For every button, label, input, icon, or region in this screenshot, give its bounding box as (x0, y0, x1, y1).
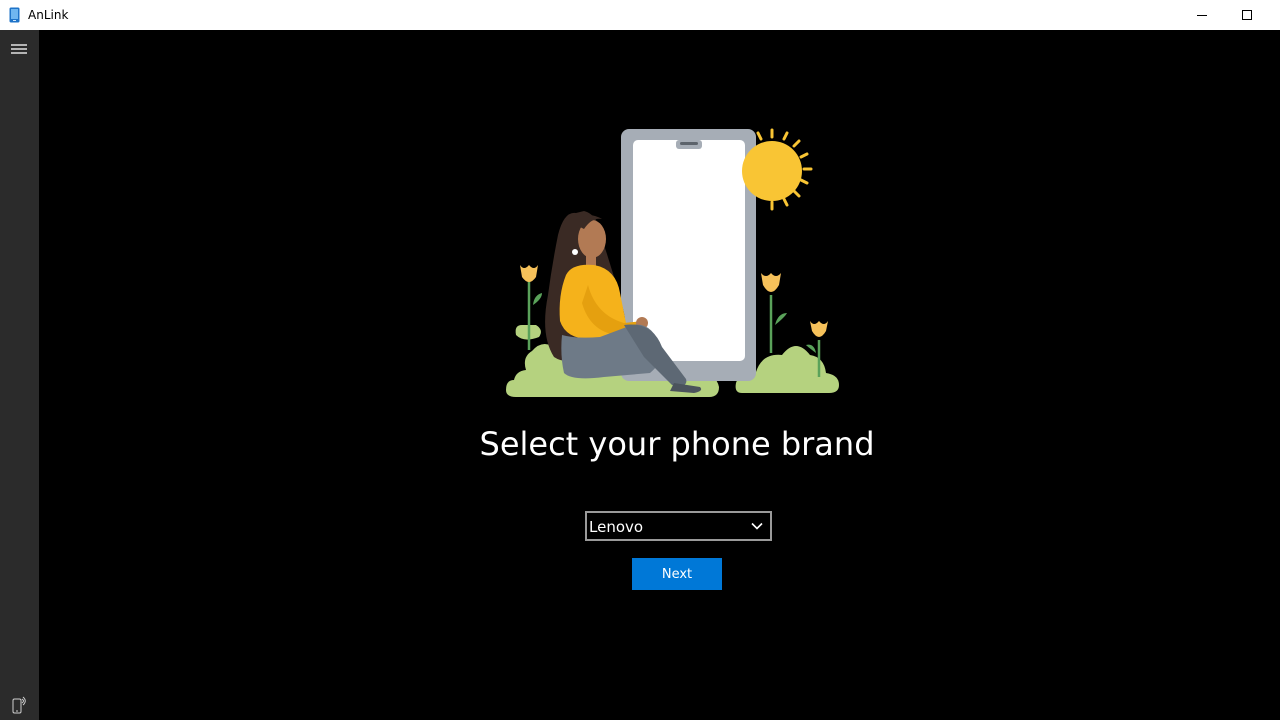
main-content: Select your phone brand Lenovo Next (39, 30, 1280, 720)
selected-brand: Lenovo (589, 518, 644, 536)
minimize-icon (1197, 15, 1207, 16)
phone-app-icon (9, 7, 20, 23)
next-button[interactable]: Next (632, 558, 722, 590)
maximize-button[interactable] (1224, 0, 1270, 30)
maximize-icon (1242, 10, 1252, 20)
phone-device-button[interactable] (4, 690, 34, 720)
hamburger-menu-icon (11, 44, 27, 54)
woman-sitting-by-phone-illustration (506, 128, 839, 397)
chevron-down-icon (751, 522, 763, 530)
title-bar: AnLink (0, 0, 1280, 30)
page-heading: Select your phone brand (479, 425, 875, 463)
phone-brand-select[interactable]: Lenovo (585, 511, 772, 541)
window-title: AnLink (28, 8, 69, 22)
minimize-button[interactable] (1179, 0, 1225, 30)
phone-device-icon (12, 696, 26, 714)
sidebar (0, 30, 39, 720)
menu-button[interactable] (4, 34, 34, 64)
